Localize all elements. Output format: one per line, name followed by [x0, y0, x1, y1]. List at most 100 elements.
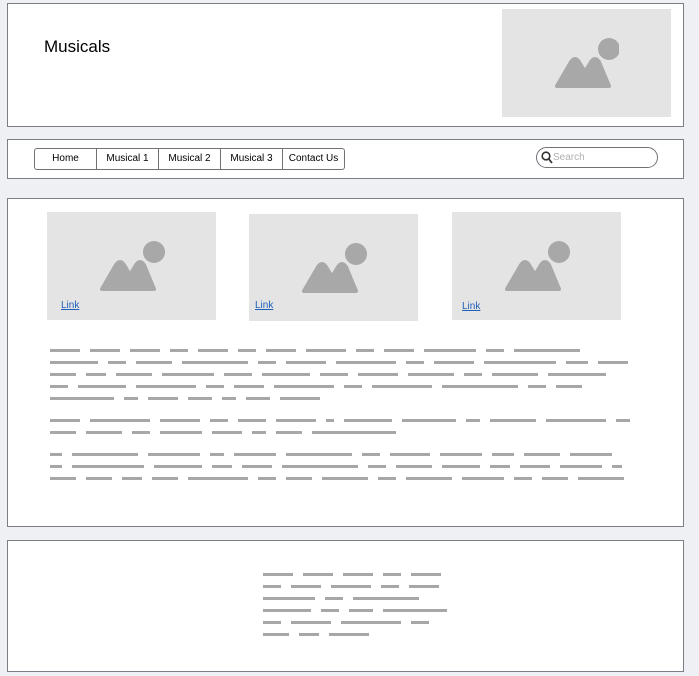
card-link-3[interactable]: Link — [462, 301, 480, 312]
placeholder-word — [291, 585, 321, 588]
navbar: Home Musical 1 Musical 2 Musical 3 Conta… — [7, 139, 684, 179]
placeholder-text-line — [263, 585, 503, 588]
placeholder-word — [343, 573, 373, 576]
nav-item-musical-3[interactable]: Musical 3 — [220, 148, 283, 170]
nav-item-home[interactable]: Home — [34, 148, 97, 170]
placeholder-word — [212, 431, 242, 434]
placeholder-text-line — [263, 597, 503, 600]
placeholder-word — [402, 419, 456, 422]
placeholder-word — [246, 397, 270, 400]
placeholder-word — [331, 585, 371, 588]
placeholder-word — [598, 361, 628, 364]
placeholder-word — [411, 621, 429, 624]
placeholder-word — [50, 453, 62, 456]
placeholder-word — [258, 361, 276, 364]
image-placeholder-icon — [504, 241, 570, 291]
placeholder-word — [378, 477, 396, 480]
placeholder-word — [492, 453, 514, 456]
placeholder-word — [286, 477, 312, 480]
placeholder-text-line — [50, 397, 650, 400]
placeholder-word — [466, 419, 480, 422]
placeholder-text-line — [263, 633, 503, 636]
placeholder-word — [329, 633, 369, 636]
placeholder-word — [282, 465, 358, 468]
placeholder-word — [408, 373, 454, 376]
placeholder-text-line — [50, 349, 650, 352]
placeholder-word — [242, 465, 272, 468]
placeholder-word — [222, 397, 236, 400]
placeholder-word — [321, 609, 339, 612]
placeholder-word — [50, 361, 98, 364]
placeholder-word — [188, 397, 212, 400]
placeholder-word — [556, 385, 582, 388]
placeholder-word — [263, 585, 281, 588]
image-placeholder-icon — [99, 241, 165, 291]
placeholder-word — [263, 597, 315, 600]
search-input[interactable] — [553, 150, 651, 165]
placeholder-word — [326, 419, 334, 422]
nav-item-musical-2[interactable]: Musical 2 — [158, 148, 221, 170]
placeholder-word — [50, 477, 76, 480]
placeholder-word — [50, 373, 76, 376]
placeholder-word — [320, 373, 348, 376]
placeholder-text-line — [50, 465, 650, 468]
placeholder-word — [170, 349, 188, 352]
placeholder-word — [528, 385, 546, 388]
placeholder-word — [612, 465, 622, 468]
placeholder-word — [132, 431, 150, 434]
placeholder-word — [258, 477, 276, 480]
placeholder-word — [486, 349, 504, 352]
placeholder-word — [442, 385, 518, 388]
placeholder-word — [358, 373, 398, 376]
placeholder-word — [462, 477, 504, 480]
placeholder-word — [124, 397, 138, 400]
placeholder-word — [464, 373, 482, 376]
card-link-1[interactable]: Link — [61, 300, 79, 311]
placeholder-word — [381, 585, 399, 588]
placeholder-word — [344, 385, 362, 388]
placeholder-word — [160, 419, 200, 422]
placeholder-text-line — [50, 373, 650, 376]
placeholder-text-line — [50, 477, 650, 480]
placeholder-word — [356, 349, 374, 352]
placeholder-word — [86, 431, 122, 434]
search-icon — [541, 151, 553, 164]
image-placeholder-icon — [554, 38, 619, 88]
placeholder-word — [234, 453, 276, 456]
placeholder-word — [396, 465, 432, 468]
placeholder-word — [50, 419, 80, 422]
placeholder-word — [492, 373, 538, 376]
footer-text-placeholder — [263, 573, 503, 645]
header-image — [502, 9, 671, 117]
placeholder-word — [546, 419, 606, 422]
placeholder-word — [368, 465, 386, 468]
placeholder-word — [322, 477, 368, 480]
placeholder-word — [122, 477, 142, 480]
placeholder-text-line — [263, 609, 503, 612]
placeholder-word — [372, 385, 432, 388]
placeholder-word — [406, 361, 424, 364]
nav-item-musical-1[interactable]: Musical 1 — [96, 148, 159, 170]
card-image-2: Link — [249, 214, 418, 321]
card-image-3: Link — [452, 212, 621, 320]
placeholder-text-line — [50, 453, 650, 456]
placeholder-word — [50, 465, 62, 468]
footer — [7, 540, 684, 672]
placeholder-word — [136, 361, 172, 364]
placeholder-word — [238, 349, 256, 352]
placeholder-word — [353, 597, 419, 600]
placeholder-word — [188, 477, 248, 480]
placeholder-word — [409, 585, 439, 588]
placeholder-word — [234, 385, 264, 388]
card-link-2[interactable]: Link — [255, 300, 273, 311]
placeholder-word — [291, 621, 331, 624]
nav-item-contact-us[interactable]: Contact Us — [282, 148, 345, 170]
placeholder-word — [424, 349, 476, 352]
placeholder-word — [266, 349, 296, 352]
placeholder-word — [566, 361, 588, 364]
search-box[interactable] — [536, 147, 658, 168]
placeholder-word — [162, 373, 214, 376]
placeholder-word — [299, 633, 319, 636]
image-placeholder-icon — [301, 242, 367, 293]
placeholder-word — [263, 609, 311, 612]
